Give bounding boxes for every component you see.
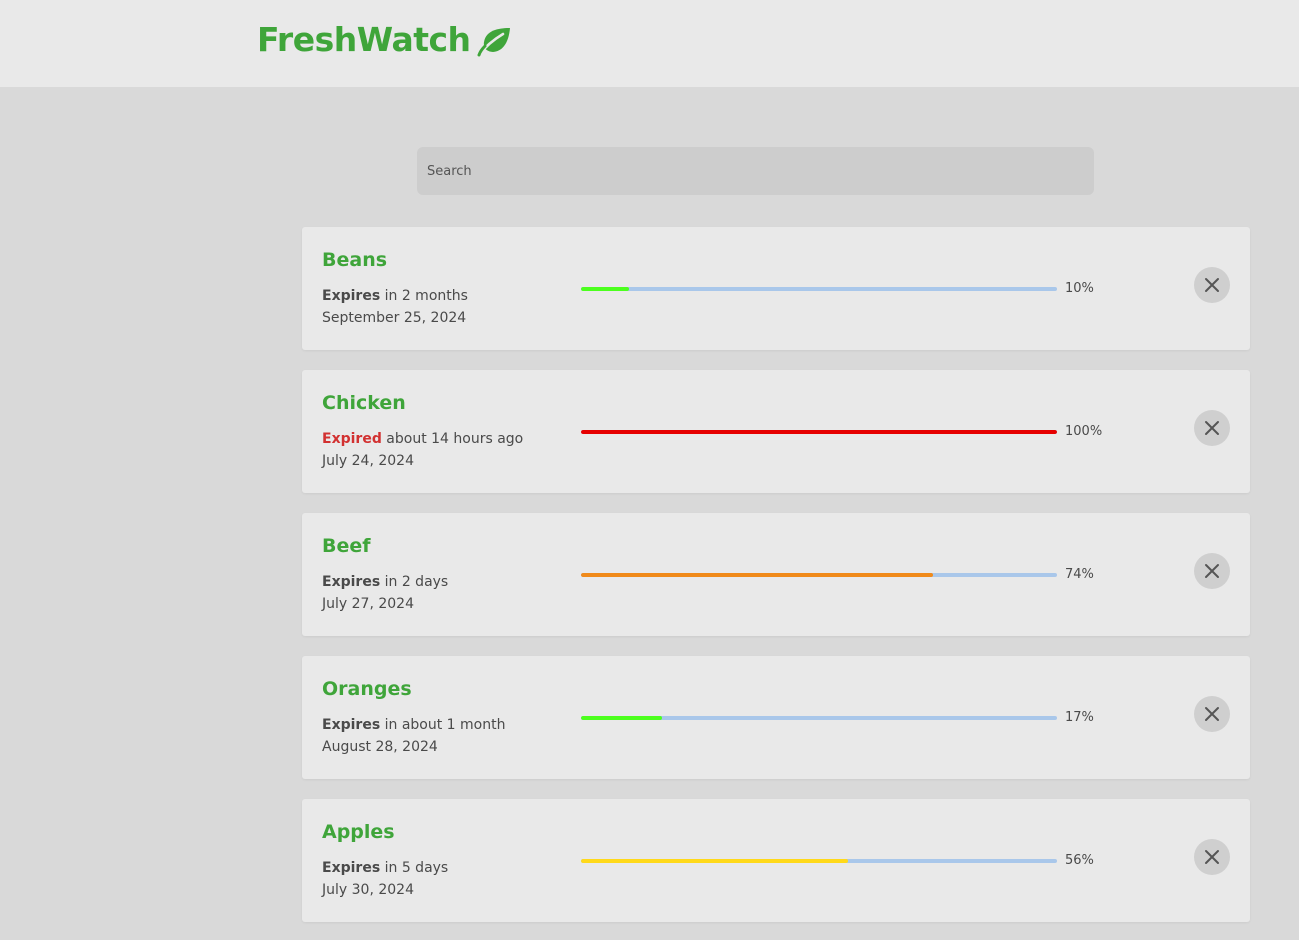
item-name: Chicken — [322, 392, 406, 414]
item-card: Apples Expires in 5 days July 30, 2024 5… — [302, 799, 1250, 922]
freshness-progress-fill — [581, 573, 934, 577]
freshness-progress-fill — [581, 430, 1057, 434]
status-text: about 14 hours ago — [386, 431, 524, 447]
freshness-progress-bar — [581, 430, 1057, 434]
app-header: FreshWatch — [0, 0, 1299, 87]
freshness-progress-fill — [581, 859, 848, 863]
status-text: in 2 months — [384, 288, 468, 304]
status-label: Expires — [322, 860, 381, 876]
item-list: Beans Expires in 2 months September 25, … — [302, 227, 1250, 940]
freshness-percent: 56% — [1065, 853, 1094, 868]
remove-item-button[interactable] — [1194, 696, 1230, 732]
item-status: Expires in about 1 month — [322, 717, 505, 733]
item-card: Oranges Expires in about 1 month August … — [302, 656, 1250, 779]
brand-logo[interactable]: FreshWatch — [257, 20, 513, 59]
item-status: Expires in 2 months — [322, 288, 468, 304]
item-status: Expires in 5 days — [322, 860, 448, 876]
status-text: in about 1 month — [384, 717, 506, 733]
freshness-progress-bar — [581, 573, 1057, 577]
freshness-progress-bar — [581, 287, 1057, 291]
item-name: Beans — [322, 249, 388, 271]
remove-item-button[interactable] — [1194, 553, 1230, 589]
status-text: in 2 days — [384, 574, 449, 590]
item-card: Beef Expires in 2 days July 27, 2024 74% — [302, 513, 1250, 636]
freshness-progress-bar — [581, 716, 1057, 720]
item-status: Expired about 14 hours ago — [322, 431, 523, 447]
close-icon — [1205, 564, 1219, 578]
leaf-icon — [477, 27, 510, 56]
close-icon — [1205, 707, 1219, 721]
status-text: in 5 days — [384, 860, 449, 876]
status-label: Expires — [322, 574, 381, 590]
remove-item-button[interactable] — [1194, 839, 1230, 875]
item-name: Beef — [322, 535, 371, 557]
item-status: Expires in 2 days — [322, 574, 448, 590]
freshness-percent: 74% — [1065, 567, 1094, 582]
freshness-percent: 17% — [1065, 710, 1094, 725]
app-title: FreshWatch — [257, 20, 471, 59]
item-name: Oranges — [322, 678, 412, 700]
item-date: September 25, 2024 — [322, 310, 467, 326]
freshness-percent: 100% — [1065, 424, 1103, 439]
remove-item-button[interactable] — [1194, 410, 1230, 446]
item-card: Chicken Expired about 14 hours ago July … — [302, 370, 1250, 493]
item-card: Beans Expires in 2 months September 25, … — [302, 227, 1250, 350]
search-input[interactable] — [417, 147, 1094, 195]
status-label: Expires — [322, 288, 381, 304]
status-label: Expires — [322, 717, 381, 733]
remove-item-button[interactable] — [1194, 267, 1230, 303]
freshness-progress-fill — [581, 716, 662, 720]
status-label: Expired — [322, 431, 382, 447]
close-icon — [1205, 850, 1219, 864]
item-date: July 24, 2024 — [322, 453, 414, 469]
close-icon — [1205, 421, 1219, 435]
item-date: August 28, 2024 — [322, 739, 438, 755]
item-name: Apples — [322, 821, 395, 843]
freshness-progress-fill — [581, 287, 629, 291]
item-date: July 30, 2024 — [322, 882, 414, 898]
freshness-progress-bar — [581, 859, 1057, 863]
close-icon — [1205, 278, 1219, 292]
freshness-percent: 10% — [1065, 281, 1094, 296]
item-date: July 27, 2024 — [322, 596, 414, 612]
